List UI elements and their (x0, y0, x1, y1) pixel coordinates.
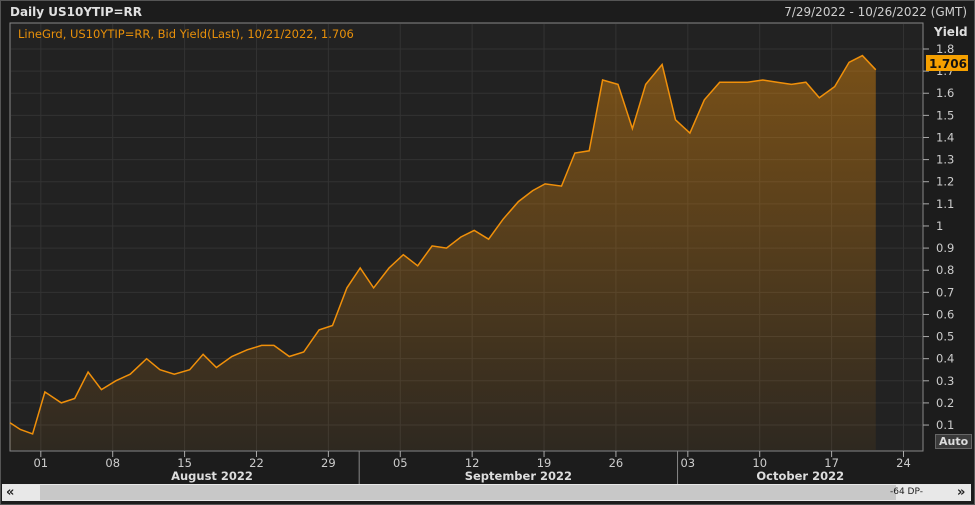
y-tick-label: 0.2 (936, 396, 954, 410)
y-tick-label: 1.1 (936, 197, 954, 211)
y-axis-label: Yield (933, 25, 968, 39)
auto-scale-button[interactable]: Auto (935, 434, 973, 449)
x-tick-label: 26 (609, 456, 624, 470)
scrollbar-thumb[interactable] (40, 485, 896, 500)
x-tick-label: 05 (393, 456, 408, 470)
x-tick-label: 10 (752, 456, 767, 470)
y-tick-label: 0.8 (936, 263, 954, 277)
y-tick-label: 1.4 (936, 130, 954, 144)
last-value-label: 1.706 (929, 57, 967, 71)
y-tick-label: 1.2 (936, 175, 954, 189)
y-tick-label: 1.6 (936, 86, 954, 100)
y-tick-label: 1.3 (936, 153, 954, 167)
y-tick-label: 0.7 (936, 285, 954, 299)
x-tick-label: 15 (177, 456, 192, 470)
scroll-left-icon[interactable]: « (6, 484, 14, 501)
x-tick-label: 29 (321, 456, 336, 470)
y-tick-label: 0.4 (936, 352, 954, 366)
data-points-count: -64 DP- (890, 487, 923, 497)
x-tick-label: 19 (537, 456, 552, 470)
x-tick-label: 12 (465, 456, 480, 470)
x-tick-label: 03 (680, 456, 695, 470)
month-label: September 2022 (465, 469, 572, 483)
y-tick-label: 1.8 (936, 42, 954, 56)
month-label: August 2022 (171, 469, 253, 483)
x-tick-label: 17 (824, 456, 839, 470)
month-label: October 2022 (756, 469, 844, 483)
y-tick-label: 1.5 (936, 108, 954, 122)
chart-plot[interactable]: 0.1 0.2 0.3 0.4 0.5 0.6 0.7 0.8 0.9 1 1.1 1.2 1.3 1.4… (0, 0, 975, 505)
time-scrollbar[interactable]: « -64 DP- » (2, 484, 971, 501)
y-tick-label: 0.1 (936, 418, 954, 432)
x-tick-label: 08 (105, 456, 120, 470)
y-tick-label: 0.3 (936, 374, 954, 388)
y-tick-label: 0.6 (936, 307, 954, 321)
scroll-right-icon[interactable]: » (957, 484, 965, 501)
x-tick-label: 01 (33, 456, 48, 470)
x-tick-label: 22 (249, 456, 264, 470)
y-tick-label: 0.9 (936, 241, 954, 255)
y-tick-label: 0.5 (936, 330, 954, 344)
series-legend: LineGrd, US10YTIP=RR, Bid Yield(Last), 1… (18, 27, 354, 41)
y-tick-label: 1 (936, 219, 943, 233)
x-tick-label: 24 (896, 456, 911, 470)
